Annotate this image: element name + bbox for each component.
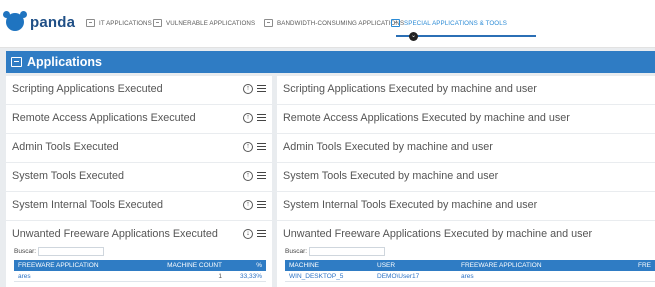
widget-scripting-applications: Scripting Applications Executed ↑ — [6, 76, 272, 104]
table-cell: 33,33% — [239, 272, 262, 280]
menu-icon[interactable] — [257, 143, 266, 151]
column-header[interactable]: FREEWARE APPLICATION — [457, 262, 589, 269]
widget-tools: ↑ — [243, 142, 266, 152]
widget-title: System Tools Executed by machine and use… — [283, 170, 499, 182]
widget-tools: ↑ — [243, 200, 266, 210]
freeware-table: FREEWARE APPLICATION MACHINE COUNT % are… — [14, 260, 266, 282]
brand-name: panda — [30, 13, 76, 31]
table-cell: 1 — [218, 272, 222, 280]
window-icon — [153, 19, 162, 27]
widget-remote-access-applications-by-machine: Remote Access Applications Executed by m… — [277, 105, 655, 133]
table-search: Buscar: — [14, 247, 105, 256]
widget-system-tools-by-machine: System Tools Executed by machine and use… — [277, 163, 655, 191]
search-input[interactable] — [38, 247, 105, 256]
menu-icon[interactable] — [257, 85, 266, 93]
widget-tools: ↑ — [243, 84, 266, 94]
window-icon — [86, 19, 95, 27]
column-header[interactable]: % — [226, 262, 266, 269]
up-arrow-circle-icon[interactable]: ↑ — [243, 142, 253, 152]
top-navigation-bar: panda IT APPLICATIONS VULNERABLE APPLICA… — [0, 0, 655, 48]
section-title: Applications — [27, 55, 103, 69]
tab-special-applications-tools[interactable]: SPECIAL APPLICATIONS & TOOLS — [391, 15, 507, 31]
widget-title: Admin Tools Executed by machine and user — [283, 141, 493, 153]
menu-icon[interactable] — [257, 201, 266, 209]
widget-title: Remote Access Applications Executed by m… — [283, 112, 570, 124]
table-row[interactable]: ares 1 33,33% — [14, 271, 266, 282]
widget-admin-tools: Admin Tools Executed ↑ — [6, 134, 272, 162]
widget-title: Scripting Applications Executed — [12, 83, 163, 95]
table-cell[interactable]: ares — [14, 273, 146, 280]
widget-title: Unwanted Freeware Applications Executed … — [283, 228, 593, 240]
applications-section-header: Applications — [6, 51, 655, 73]
widget-title: Admin Tools Executed — [12, 141, 119, 153]
brand-logo[interactable]: panda — [3, 9, 76, 35]
up-arrow-circle-icon[interactable]: ↑ — [243, 171, 253, 181]
tab-label: VULNERABLE APPLICATIONS — [166, 19, 256, 27]
panda-logo-icon — [3, 11, 27, 31]
tab-label: SPECIAL APPLICATIONS & TOOLS — [404, 19, 507, 27]
freeware-by-machine-panel: Buscar: MACHINE USER FREEWARE APPLICATIO… — [277, 244, 655, 287]
widget-title: Remote Access Applications Executed — [12, 112, 196, 124]
widget-title: Unwanted Freeware Applications Executed — [12, 228, 218, 240]
up-arrow-circle-icon[interactable]: ↑ — [243, 200, 253, 210]
widget-admin-tools-by-machine: Admin Tools Executed by machine and user — [277, 134, 655, 162]
widget-title: System Internal Tools Executed by machin… — [283, 199, 538, 211]
menu-icon[interactable] — [257, 172, 266, 180]
widget-system-internal-tools-by-machine: System Internal Tools Executed by machin… — [277, 192, 655, 220]
search-label: Buscar: — [14, 248, 37, 255]
freeware-table-panel: Buscar: FREEWARE APPLICATION MACHINE COU… — [6, 244, 272, 287]
column-header[interactable]: FRE — [589, 262, 655, 269]
table-header: FREEWARE APPLICATION MACHINE COUNT % — [14, 260, 266, 271]
search-label: Buscar: — [285, 248, 308, 255]
window-icon — [264, 19, 273, 27]
table-search: Buscar: — [285, 247, 386, 256]
tab-label: BANDWIDTH-CONSUMING APPLICATIONS — [277, 19, 405, 27]
down-arrow-circle-icon[interactable]: ↓ — [243, 229, 253, 239]
up-arrow-circle-icon[interactable]: ↑ — [243, 84, 253, 94]
widget-system-tools: System Tools Executed ↑ — [6, 163, 272, 191]
widget-remote-access-applications: Remote Access Applications Executed ↑ — [6, 105, 272, 133]
freeware-by-machine-table: MACHINE USER FREEWARE APPLICATION FRE WI… — [285, 260, 655, 282]
widget-title: Scripting Applications Executed by machi… — [283, 83, 537, 95]
menu-icon[interactable] — [257, 230, 266, 238]
search-input[interactable] — [309, 247, 386, 256]
up-arrow-circle-icon[interactable]: ↑ — [243, 113, 253, 123]
chevron-down-icon[interactable]: ⌄ — [409, 32, 418, 41]
widget-tools: ↑ — [243, 171, 266, 181]
menu-icon[interactable] — [257, 114, 266, 122]
table-cell[interactable]: ares — [457, 273, 589, 280]
table-header: MACHINE USER FREEWARE APPLICATION FRE — [285, 260, 655, 271]
widget-scripting-applications-by-machine: Scripting Applications Executed by machi… — [277, 76, 655, 104]
widget-system-internal-tools: System Internal Tools Executed ↑ — [6, 192, 272, 220]
widget-title: System Tools Executed — [12, 170, 125, 182]
table-cell[interactable]: WIN_DESKTOP_5 — [285, 273, 373, 280]
column-header[interactable]: MACHINE COUNT — [146, 262, 226, 269]
tab-bandwidth-consuming-applications[interactable]: BANDWIDTH-CONSUMING APPLICATIONS — [264, 15, 404, 31]
column-header[interactable]: MACHINE — [285, 262, 373, 269]
table-row[interactable]: WIN_DESKTOP_5 DEMO\User17 ares — [285, 271, 655, 282]
table-cell[interactable]: DEMO\User17 — [373, 273, 457, 280]
widget-title: System Internal Tools Executed — [12, 199, 164, 211]
tab-label: IT APPLICATIONS — [99, 19, 152, 27]
column-header[interactable]: USER — [373, 262, 457, 269]
widget-tools: ↑ — [243, 113, 266, 123]
tab-it-applications[interactable]: IT APPLICATIONS — [86, 15, 152, 31]
widget-tools: ↓ — [243, 229, 266, 239]
window-icon — [391, 19, 400, 27]
column-header[interactable]: FREEWARE APPLICATION — [14, 262, 146, 269]
window-icon — [11, 57, 22, 67]
tab-vulnerable-applications[interactable]: VULNERABLE APPLICATIONS — [153, 15, 255, 31]
